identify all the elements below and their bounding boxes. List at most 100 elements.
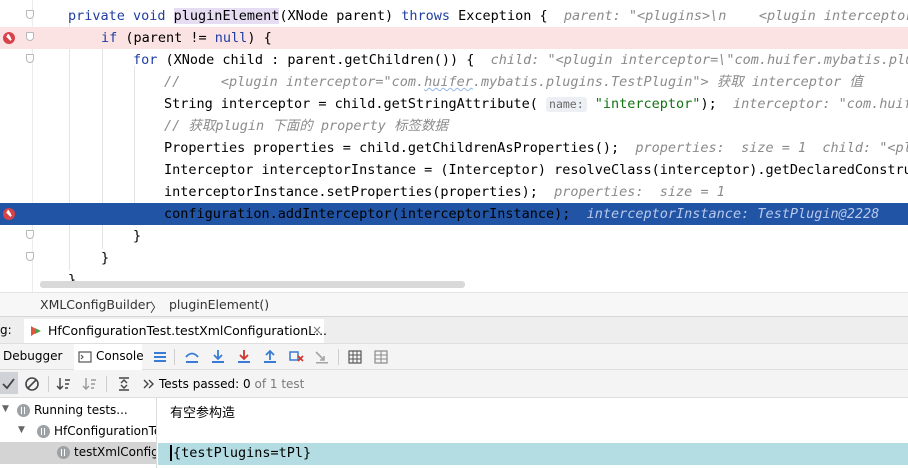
show-ignored-icon[interactable]: [24, 376, 40, 392]
console-line: 有空参构造: [170, 406, 236, 421]
step-into-icon[interactable]: [210, 349, 226, 365]
code-text: // <plugin interceptor="com.huifer.mybat…: [164, 73, 863, 91]
code-text: private void pluginElement(XNode parent)…: [68, 7, 908, 25]
breadcrumb-method[interactable]: pluginElement(): [169, 297, 269, 312]
code-text: }: [133, 227, 141, 245]
code-line-3[interactable]: for (XNode child : parent.getChildren())…: [0, 49, 908, 71]
sort-alphabetically-icon[interactable]: [56, 376, 72, 392]
code-line-1[interactable]: private void pluginElement(XNode parent)…: [0, 5, 908, 27]
menu-lines-icon[interactable]: [152, 349, 168, 365]
code-line-4[interactable]: // <plugin interceptor="com.huifer.mybat…: [0, 71, 908, 93]
test-results-tree: ▼ Running tests... ▼ HfConfigurationTe t…: [0, 398, 157, 468]
fold-marker-icon[interactable]: [26, 54, 34, 63]
code-token: );: [700, 96, 733, 112]
code-token: }: [101, 250, 110, 266]
test-node-root[interactable]: ▼ Running tests...: [0, 400, 156, 422]
code-text: configuration.addInterceptor(interceptor…: [164, 205, 879, 223]
show-passed-toggle[interactable]: [0, 372, 18, 394]
run-to-cursor-icon[interactable]: [314, 349, 330, 365]
step-over-icon[interactable]: [184, 349, 200, 365]
horizontal-scrollbar[interactable]: [40, 281, 465, 288]
code-token: pluginElement: [173, 8, 280, 24]
inline-debug-value: parent: "<plugins>\n <plugin interceptor…: [563, 8, 908, 24]
inline-debug-value: properties: size = 1: [554, 184, 725, 200]
fold-marker-icon[interactable]: [26, 230, 34, 239]
breadcrumb-class[interactable]: XMLConfigBuilder: [40, 297, 151, 312]
chevron-down-icon[interactable]: ▼: [18, 425, 25, 435]
code-text: String interceptor = child.getStringAttr…: [164, 95, 908, 113]
force-step-into-icon[interactable]: [236, 349, 252, 365]
code-token: (XNode child : parent.getChildren()) {: [165, 52, 491, 68]
inline-debug-value: child: "<plugin interceptor=\"com.huifer…: [490, 52, 908, 68]
test-status: Tests passed: 0 of 1 test: [159, 377, 305, 391]
code-text: Interceptor interceptorInstance = (Inter…: [164, 161, 908, 179]
code-token: (parent !=: [125, 30, 215, 46]
debug-toolbar: Debugger Console: [0, 343, 908, 370]
console-icon: [78, 351, 92, 363]
code-editor[interactable]: private void pluginElement(XNode parent)…: [0, 0, 908, 292]
inline-debug-value: interceptor: "com.huifer.myb: [732, 96, 908, 112]
code-token: // <plugin interceptor="com.: [164, 74, 425, 90]
console-line-selected: {testPlugins=tPl}: [158, 443, 908, 465]
code-line-6[interactable]: // 获取plugin 下面的 property 标签数据: [0, 115, 908, 137]
code-text: for (XNode child : parent.getChildren())…: [133, 51, 908, 69]
evaluate-expression-icon[interactable]: [347, 349, 363, 365]
drop-frame-icon[interactable]: [288, 349, 304, 365]
code-token: interceptorInstance.setProperties(proper…: [164, 184, 555, 200]
test-node-class[interactable]: ▼ HfConfigurationTe: [0, 421, 156, 443]
code-token: "interceptor": [586, 96, 701, 112]
breakpoint-icon[interactable]: [3, 32, 15, 44]
breakpoint-icon[interactable]: [3, 208, 15, 220]
toolbar-separator: [174, 349, 175, 365]
code-text: interceptorInstance.setProperties(proper…: [164, 183, 725, 201]
console-line-text: {testPlugins=tPl}: [170, 445, 311, 461]
code-token: String interceptor = child.getStringAttr…: [164, 96, 547, 112]
pause-status-icon: [17, 404, 30, 417]
code-line-5[interactable]: String interceptor = child.getStringAttr…: [0, 93, 908, 115]
fold-marker-icon[interactable]: [26, 32, 34, 41]
test-runner-toolbar: Tests passed: 0 of 1 test: [0, 370, 908, 398]
chevron-down-icon[interactable]: ▼: [2, 404, 9, 414]
tab-debugger[interactable]: Debugger: [3, 349, 62, 363]
more-chevron-icon[interactable]: [141, 376, 157, 392]
inline-debug-value: properties: size = 1 child: "<plugin: [635, 140, 908, 156]
check-icon: [2, 378, 15, 390]
code-line-2[interactable]: if (parent != null) {: [0, 27, 908, 49]
toolbar-separator: [338, 349, 339, 365]
expand-all-icon[interactable]: [116, 376, 132, 392]
debug-session-title: HfConfigurationTest.testXmlConfiguration…: [48, 323, 328, 338]
code-line-8[interactable]: Interceptor interceptorInstance = (Inter…: [0, 159, 908, 181]
code-text: // 获取plugin 下面的 property 标签数据: [164, 117, 448, 135]
junit-run-icon: [31, 326, 41, 336]
code-token: Interceptor interceptorInstance = (Inter…: [164, 162, 908, 178]
code-line-7[interactable]: Properties properties = child.getChildre…: [0, 137, 908, 159]
breadcrumb: XMLConfigBuilder 〉 pluginElement(): [0, 292, 908, 316]
code-line-11[interactable]: }: [0, 225, 908, 247]
close-tab-icon[interactable]: ×: [312, 323, 322, 337]
code-token: Exception {: [458, 8, 564, 24]
code-line-12[interactable]: }: [0, 247, 908, 269]
debug-session-tab[interactable]: HfConfigurationTest.testXmlConfiguration…: [24, 319, 328, 344]
step-out-icon[interactable]: [262, 349, 278, 365]
code-text: if (parent != null) {: [101, 29, 272, 47]
code-line-9[interactable]: interceptorInstance.setProperties(proper…: [0, 181, 908, 203]
code-token: huifer: [424, 74, 473, 90]
breadcrumb-separator: 〉: [150, 300, 163, 315]
code-token: for: [133, 52, 166, 68]
code-token: }: [133, 228, 142, 244]
trace-table-icon[interactable]: [373, 349, 389, 365]
code-token: configuration.addInterceptor(interceptor…: [164, 206, 587, 222]
tab-console-label: Console: [96, 349, 144, 363]
inline-debug-value: interceptorInstance: TestPlugin@2228: [586, 206, 880, 222]
tab-console-active[interactable]: Console: [74, 344, 144, 370]
test-node-method[interactable]: testXmlConfig: [0, 442, 156, 464]
code-token: null: [214, 30, 248, 46]
code-token: if: [101, 30, 126, 46]
fold-marker-icon[interactable]: [26, 252, 34, 261]
debug-session-tabs: g: HfConfigurationTest.testXmlConfigurat…: [0, 316, 908, 344]
fold-marker-icon[interactable]: [26, 10, 34, 19]
console-output[interactable]: 有空参构造 {testPlugins=tPl}: [158, 398, 908, 468]
code-line-10-current[interactable]: configuration.addInterceptor(interceptor…: [0, 203, 908, 225]
sort-by-duration-icon[interactable]: [82, 376, 98, 392]
toolbar-separator: [48, 376, 49, 392]
